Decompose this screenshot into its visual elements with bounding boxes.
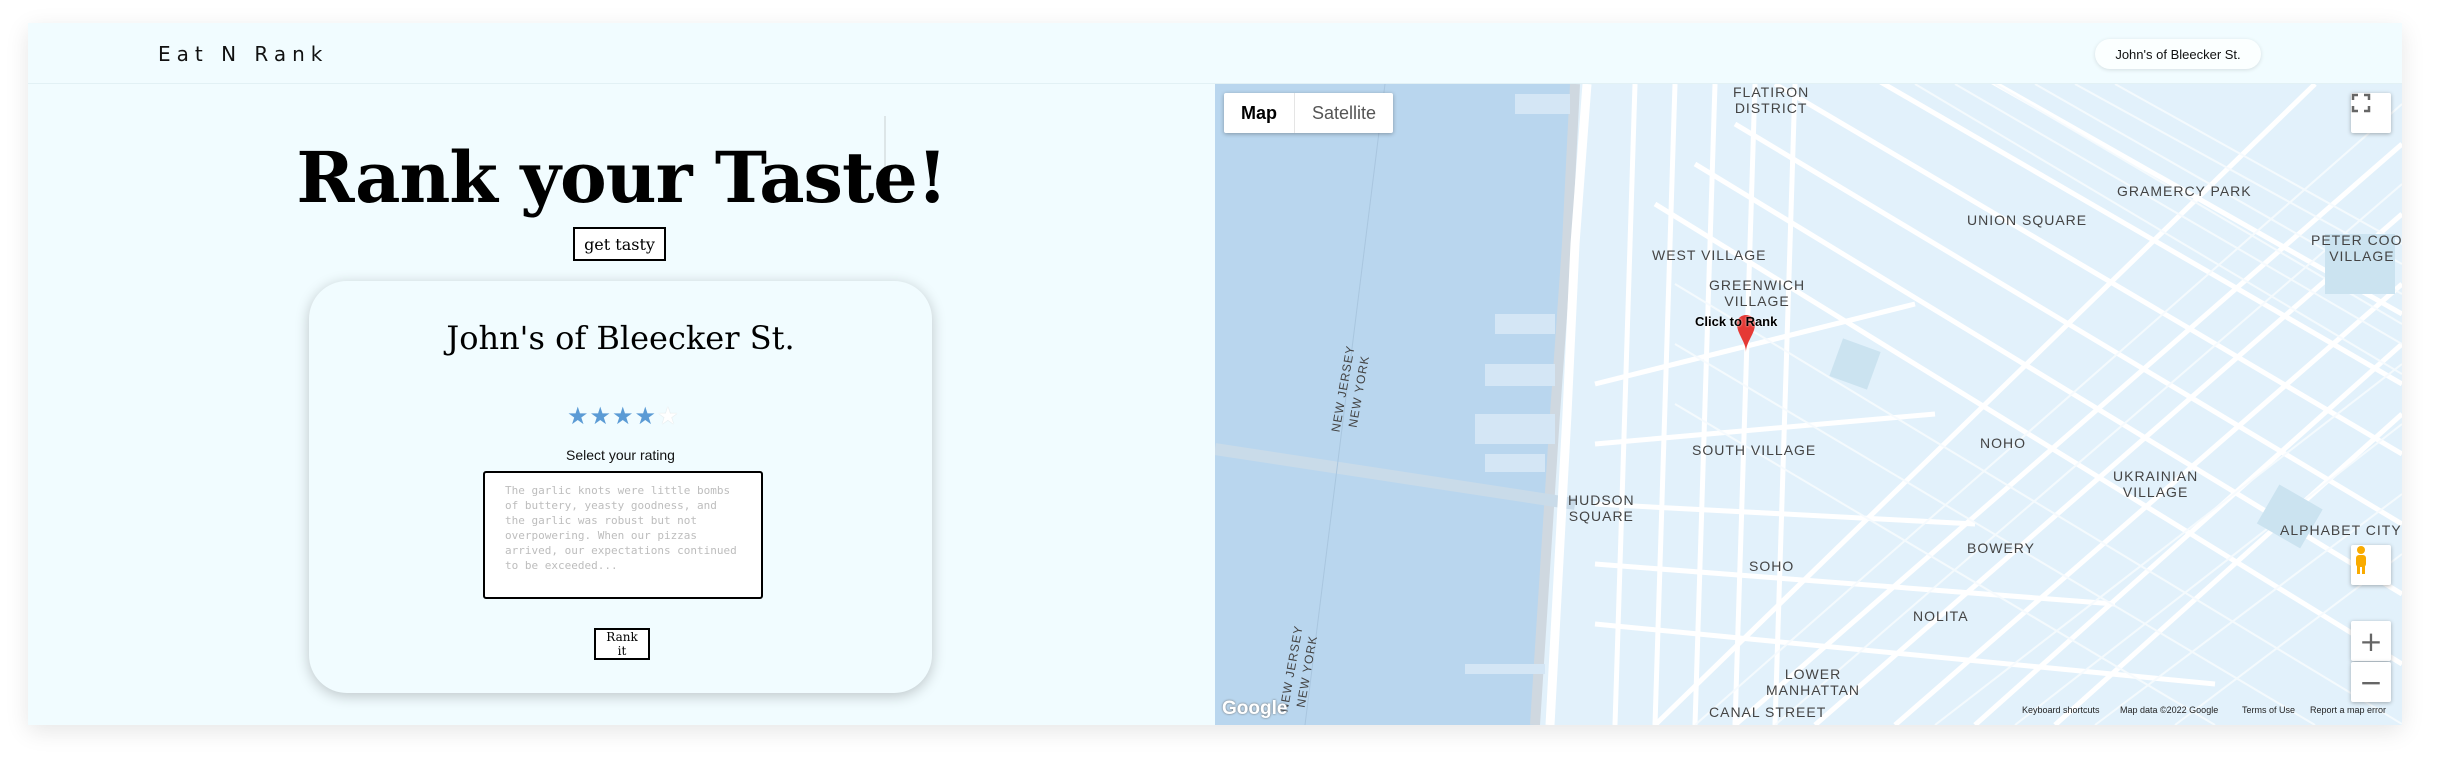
map-label-west-village: WEST VILLAGE — [1652, 247, 1767, 263]
pegman-icon[interactable] — [2351, 545, 2391, 585]
navbar: Eat N Rank John's of Bleecker St. — [28, 23, 2402, 84]
review-card: John's of Bleecker St. ★ ★ ★ ★ ★ Select … — [309, 281, 932, 693]
restaurant-title: John's of Bleecker St. — [446, 319, 795, 357]
map-type-toggle: Map Satellite — [1224, 93, 1394, 133]
map-view[interactable]: Map Satellite + − FLATIRON DISTRICT GRAM… — [1215, 84, 2402, 725]
star-icon-3[interactable]: ★ — [612, 405, 634, 429]
map-label-ukrainian: UKRAINIAN VILLAGE — [2113, 468, 2199, 500]
star-icon-5[interactable]: ★ — [657, 405, 679, 429]
map-label-alphabet: ALPHABET CITY — [2280, 522, 2402, 538]
fullscreen-icon[interactable] — [2351, 93, 2391, 133]
terms-link[interactable]: Terms of Use — [2242, 705, 2295, 715]
rank-it-button[interactable]: Rank it — [594, 628, 650, 660]
map-label-noho: NOHO — [1980, 435, 2026, 451]
map-type-map[interactable]: Map — [1224, 93, 1295, 133]
map-data-text: Map data ©2022 Google — [2120, 705, 2219, 715]
star-icon-1[interactable]: ★ — [567, 405, 589, 429]
google-logo: Google — [1222, 698, 1288, 719]
rank-panel: Rank your Taste! get tasty John's of Ble… — [28, 84, 1215, 725]
map-label-flatiron: FLATIRON DISTRICT — [1733, 84, 1810, 116]
report-error-link[interactable]: Report a map error — [2310, 705, 2386, 715]
map-label-canal-street: CANAL STREET — [1709, 704, 1827, 720]
marker-label[interactable]: Click to Rank — [1695, 314, 1777, 329]
rating-label: Select your rating — [566, 447, 675, 463]
map-canvas[interactable] — [1215, 84, 2402, 725]
star-icon-2[interactable]: ★ — [590, 405, 612, 429]
map-label-soho: SOHO — [1749, 558, 1795, 574]
map-type-satellite[interactable]: Satellite — [1295, 93, 1393, 133]
review-input[interactable] — [483, 471, 763, 599]
map-label-hudson-square: HUDSON SQUARE — [1568, 492, 1635, 524]
map-label-lower-manhattan: LOWER MANHATTAN — [1766, 666, 1861, 698]
zoom-in-button[interactable]: + — [2351, 621, 2391, 661]
keyboard-shortcuts-link[interactable]: Keyboard shortcuts — [2022, 705, 2100, 715]
map-label-greenwich: GREENWICH VILLAGE — [1709, 277, 1806, 309]
star-icon-4[interactable]: ★ — [635, 405, 657, 429]
map-label-peter-cooper: PETER COOP VILLAGE — [2311, 232, 2402, 264]
app-frame: Eat N Rank John's of Bleecker St. Rank y… — [28, 23, 2402, 725]
zoom-out-button[interactable]: − — [2351, 662, 2391, 702]
map-label-south-village: SOUTH VILLAGE — [1692, 442, 1817, 458]
map-label-gramercy: GRAMERCY PARK — [2117, 183, 2252, 199]
map-label-nolita: NOLITA — [1913, 608, 1969, 624]
star-rating[interactable]: ★ ★ ★ ★ ★ — [567, 405, 679, 429]
get-tasty-button[interactable]: get tasty — [573, 227, 666, 261]
page-title: Rank your Taste! — [296, 136, 947, 219]
brand-logo[interactable]: Eat N Rank — [158, 42, 328, 66]
selected-restaurant-pill[interactable]: John's of Bleecker St. — [2095, 39, 2261, 69]
map-label-union-square: UNION SQUARE — [1967, 212, 2088, 228]
map-label-bowery: BOWERY — [1967, 540, 2035, 556]
